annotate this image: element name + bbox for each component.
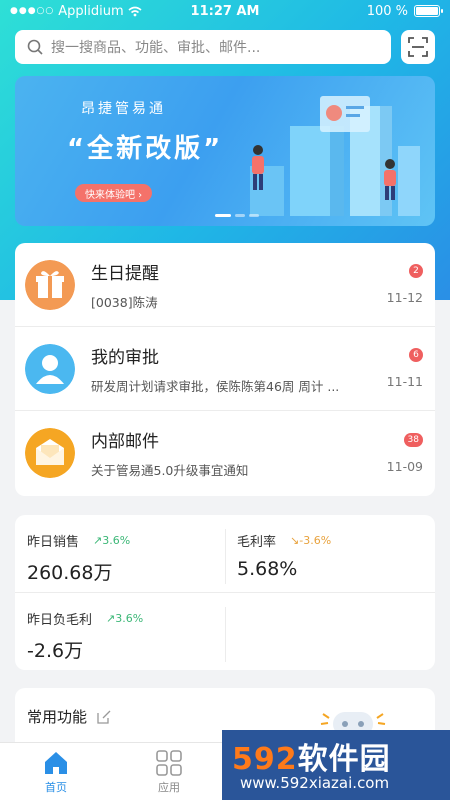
watermark-url: www.592xiazai.com [240,774,390,792]
stat-value: 260.68万 [27,562,113,584]
message-desc: [0038]陈涛 [91,294,158,310]
stat-yesterday-sales[interactable]: 昨日销售 ↗3.6% 260.68万 [15,515,225,593]
stat-label: 昨日负毛利 [27,613,93,628]
tab-home-label: 首页 [45,781,67,794]
banner-subtitle: 昂捷管易通 [81,101,166,117]
unread-badge: 2 [409,264,423,278]
message-title: 生日提醒 [91,263,159,284]
stat-value: -2.6万 [27,640,84,662]
watermark-name: 软件园 [297,742,391,777]
message-desc: 研发周计划请求审批，侯陈陈第46周 周计 ... [91,378,340,394]
search-row: 搜一搜商品、功能、审批、邮件... [15,30,435,64]
banner-illustration [250,96,420,216]
list-item-mail[interactable]: 内部邮件 关于管易通5.0升级事宜通知 38 11-09 [15,411,435,495]
stat-label: 毛利率 [237,535,277,550]
pager-dot [235,214,245,217]
stat-empty-slot [225,593,435,670]
stats-panel: 昨日销售 ↗3.6% 260.68万 毛利率 ↘-3.6% 5.68% 昨日负毛… [15,515,435,670]
search-input[interactable]: 搜一搜商品、功能、审批、邮件... [15,30,391,64]
grid-icon [156,750,182,776]
trend-up-indicator: ↗3.6% [93,534,131,547]
stat-label: 昨日销售 [27,535,80,550]
message-title: 内部邮件 [91,432,159,452]
search-icon [27,39,43,55]
trend-up-indicator: ↗3.6% [106,612,144,625]
user-avatar-icon [25,343,75,394]
list-item-birthday[interactable]: 生日提醒 [0038]陈涛 2 11-12 [15,243,435,327]
banner-cta-button[interactable]: 快来体验吧 › [75,184,153,202]
message-list: 生日提醒 [0038]陈涛 2 11-12 我的审批 研发周计划请求审批，侯陈陈… [15,243,435,496]
message-date: 11-11 [386,374,423,389]
scan-icon [408,37,428,57]
gift-icon [25,259,75,310]
stat-value: 5.68% [237,558,298,580]
banner-pager [215,214,259,217]
mail-icon [25,428,75,478]
status-bar: ●●●○○ Applidium 11:27 AM 100 % [0,0,450,22]
search-placeholder: 搜一搜商品、功能、审批、邮件... [51,40,261,56]
battery-percent: 100 % [366,3,408,19]
home-icon [45,752,67,774]
wifi-icon [128,6,142,16]
section-title: 常用功能 [27,708,88,726]
tab-apps-label: 应用 [158,781,180,794]
stat-gross-margin[interactable]: 毛利率 ↘-3.6% 5.68% [225,515,435,593]
unread-badge: 38 [403,432,423,447]
site-watermark: 592软件园 www.592xiazai.com [222,730,450,800]
carrier-name: Applidium [58,3,124,19]
scan-button[interactable] [401,30,435,64]
list-item-approval[interactable]: 我的审批 研发周计划请求审批，侯陈陈第46周 周计 ... 6 11-11 [15,327,435,411]
message-date: 11-12 [386,290,423,305]
message-desc: 关于管易通5.0升级事宜通知 [91,463,249,478]
unread-badge: 6 [409,348,423,362]
banner-headline: “全新改版” [67,134,224,164]
signal-dots-icon: ●●●○○ [10,6,55,16]
edit-icon[interactable] [97,710,111,724]
pager-dot [249,214,259,217]
battery-icon [414,5,443,17]
message-title: 我的审批 [91,347,159,368]
stat-negative-margin[interactable]: 昨日负毛利 ↗3.6% -2.6万 [15,593,225,670]
message-date: 11-09 [386,458,423,474]
watermark-logo: 592软件园 [232,734,391,778]
pager-dot-active [215,214,231,217]
tab-apps[interactable]: 应用 [139,749,199,795]
watermark-number: 592 [232,742,298,777]
trend-down-indicator: ↘-3.6% [290,534,332,547]
tab-home[interactable]: 首页 [26,749,86,795]
promo-banner[interactable]: 昂捷管易通 “全新改版” 快来体验吧 › [15,76,435,226]
